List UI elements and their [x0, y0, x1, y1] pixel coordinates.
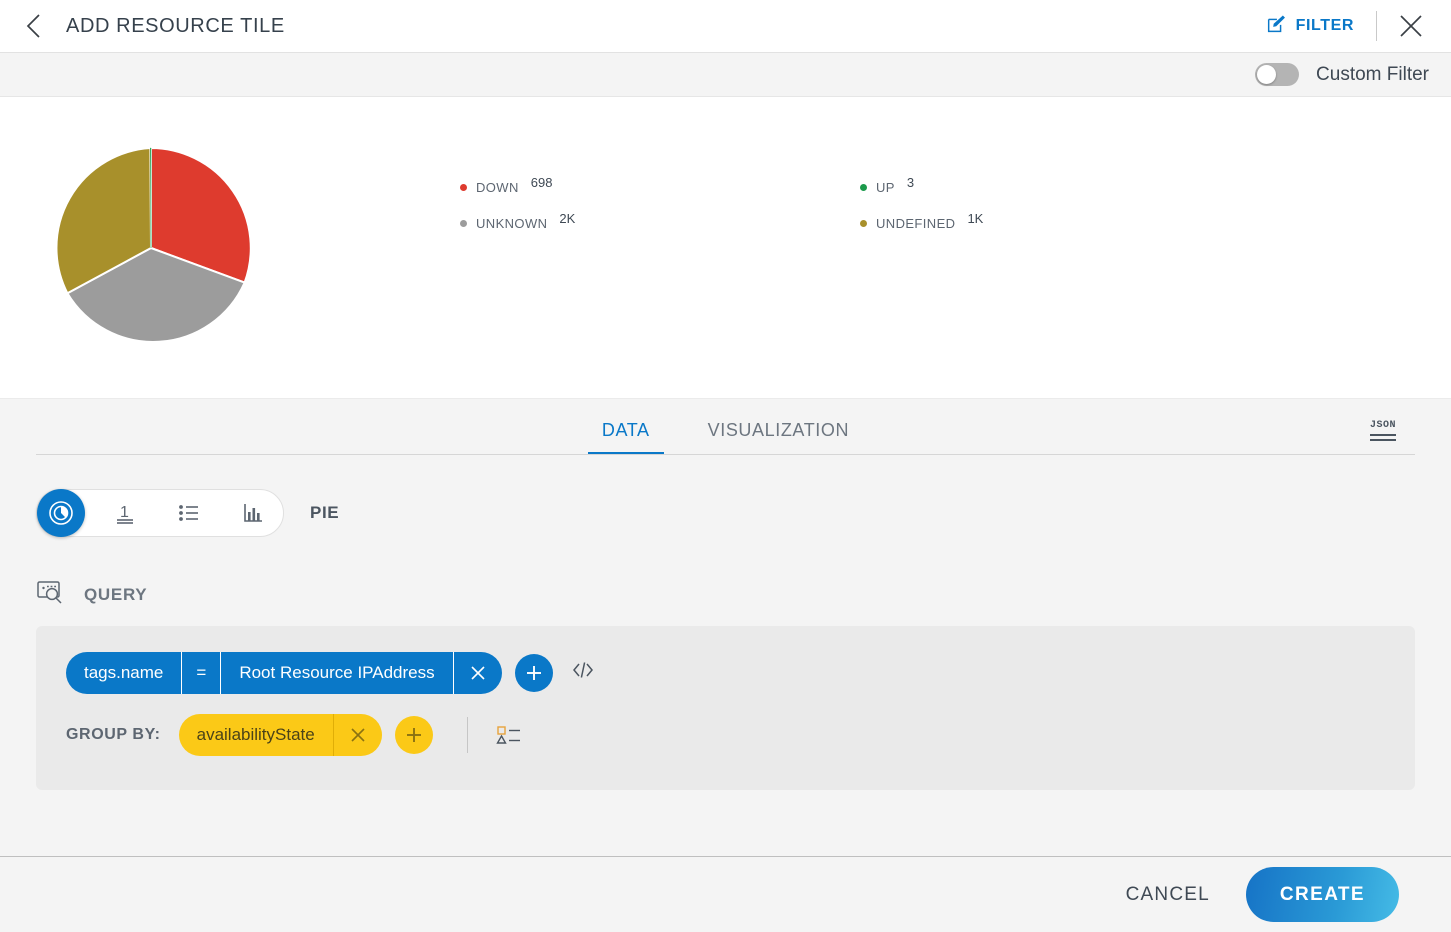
legend-label: DOWN	[476, 179, 519, 195]
legend-shapes-icon[interactable]	[496, 724, 522, 746]
custom-filter-bar: Custom Filter	[0, 53, 1451, 97]
bar-chart-icon[interactable]	[229, 489, 277, 537]
close-icon[interactable]	[1389, 4, 1433, 48]
filter-button[interactable]: FILTER	[1265, 13, 1376, 40]
page-title: ADD RESOURCE TILE	[66, 14, 285, 37]
query-filter-pill: tags.name = Root Resource IPAddress	[66, 652, 502, 694]
query-field[interactable]: tags.name	[66, 652, 181, 694]
json-icon-label: JSON	[1369, 420, 1396, 431]
dialog-header: ADD RESOURCE TILE FILTER	[0, 0, 1451, 53]
single-value-icon[interactable]: 1	[101, 489, 149, 537]
code-brackets-icon[interactable]	[571, 658, 595, 688]
tab-underline	[36, 454, 1415, 455]
chart-legend: DOWN 698 UP 3 UNKNOWN 2K UNDEFINED 1K	[460, 169, 1260, 241]
tab-bar: DATA VISUALIZATION JSON	[0, 399, 1451, 455]
legend-item-up[interactable]: UP 3	[860, 169, 1260, 205]
tile-config-body: 1 PIE QUERY tags.name = Root Resource IP…	[0, 489, 1451, 790]
cancel-button[interactable]: CANCEL	[1126, 884, 1210, 906]
create-button[interactable]: CREATE	[1245, 867, 1399, 922]
group-by-row: GROUP BY: availabilityState	[66, 714, 1385, 756]
group-by-pill: availabilityState	[178, 714, 382, 756]
query-filter-remove-icon[interactable]	[452, 652, 502, 694]
legend-color-dot	[860, 183, 867, 191]
query-value[interactable]: Root Resource IPAddress	[220, 652, 452, 694]
tabs: DATA VISUALIZATION	[587, 420, 864, 455]
group-by-divider	[466, 717, 468, 753]
query-section-label: QUERY	[84, 584, 148, 604]
json-icon[interactable]: JSON	[1369, 420, 1396, 441]
legend-item-undefined[interactable]: UNDEFINED 1K	[860, 205, 1260, 241]
legend-value: 1K	[967, 210, 984, 226]
tab-data[interactable]: DATA	[587, 420, 664, 455]
legend-color-dot	[860, 219, 867, 227]
back-chevron-icon[interactable]	[22, 14, 46, 38]
group-by-add-button[interactable]	[394, 716, 433, 754]
query-box: tags.name = Root Resource IPAddress GROU…	[36, 626, 1415, 790]
tab-visualization[interactable]: VISUALIZATION	[694, 420, 864, 455]
chart-type-row: 1 PIE	[36, 489, 1415, 537]
pie-chart-icon[interactable]	[37, 489, 85, 537]
chart-type-label: PIE	[310, 503, 340, 522]
json-icon-line	[1369, 434, 1396, 436]
legend-value: 2K	[559, 210, 576, 226]
legend-label: UP	[876, 179, 895, 195]
legend-item-down[interactable]: DOWN 698	[460, 169, 860, 205]
dialog-footer: CANCEL CREATE	[0, 856, 1451, 932]
query-operator[interactable]: =	[181, 652, 220, 694]
legend-color-dot	[460, 183, 467, 191]
group-by-field[interactable]: availabilityState	[179, 714, 333, 756]
query-filter-row: tags.name = Root Resource IPAddress	[66, 652, 1385, 694]
legend-value: 3	[906, 174, 915, 190]
header-actions: FILTER	[1265, 4, 1433, 48]
legend-value: 698	[530, 174, 553, 190]
legend-label: UNDEFINED	[876, 215, 956, 231]
list-icon[interactable]	[165, 489, 213, 537]
query-filter-add-button[interactable]	[514, 654, 553, 692]
edit-pencil-icon	[1265, 13, 1287, 40]
pie-chart	[48, 145, 254, 356]
json-icon-line	[1369, 439, 1396, 441]
query-section-header: QUERY	[36, 579, 1415, 610]
toggle-knob	[1257, 65, 1277, 84]
svg-text:1: 1	[120, 504, 129, 521]
header-divider	[1376, 11, 1377, 41]
legend-color-dot	[460, 219, 467, 227]
group-by-label: GROUP BY:	[66, 726, 161, 743]
filter-button-label: FILTER	[1295, 17, 1354, 34]
query-search-icon	[36, 579, 66, 610]
legend-item-unknown[interactable]: UNKNOWN 2K	[460, 205, 860, 241]
legend-label: UNKNOWN	[476, 215, 548, 231]
custom-filter-toggle[interactable]	[1255, 63, 1300, 86]
chart-type-selector: 1	[36, 489, 284, 537]
custom-filter-label: Custom Filter	[1316, 63, 1429, 85]
tile-preview: DOWN 698 UP 3 UNKNOWN 2K UNDEFINED 1K	[0, 97, 1451, 399]
group-by-remove-icon[interactable]	[332, 714, 382, 756]
